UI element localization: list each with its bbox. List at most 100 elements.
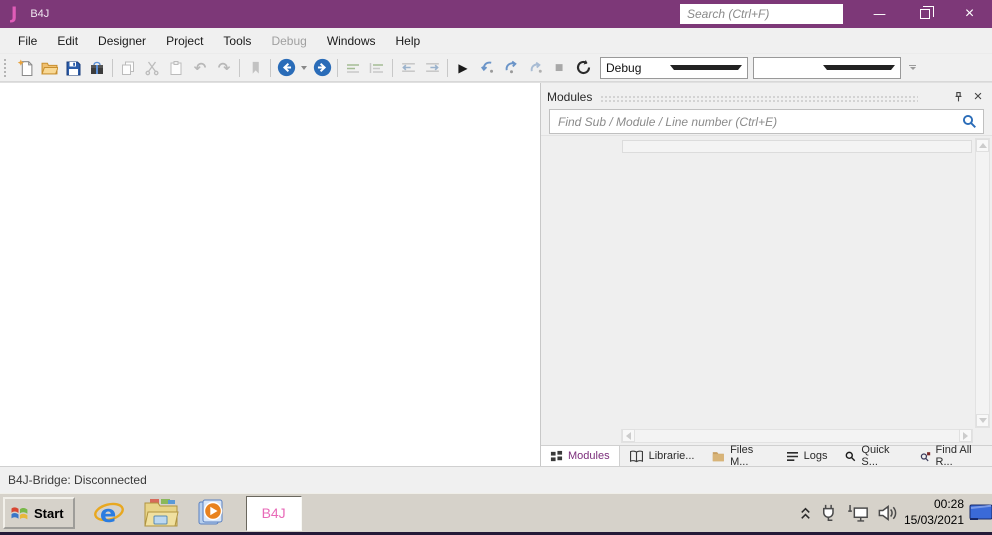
step-out-icon — [530, 61, 542, 73]
find-sub-box — [549, 109, 984, 134]
menu-help[interactable]: Help — [386, 30, 431, 52]
new-project-button[interactable] — [13, 56, 37, 80]
undo-button: ↶ — [188, 56, 212, 80]
menu-tools[interactable]: Tools — [213, 30, 261, 52]
cut-button — [140, 56, 164, 80]
panel-pin-button[interactable] — [950, 89, 966, 105]
quick-launch: e — [92, 497, 228, 529]
toolbar-overflow-button[interactable] — [909, 65, 916, 70]
open-project-button[interactable] — [37, 56, 61, 80]
export-zip-icon — [91, 61, 103, 74]
find-sub-input[interactable] — [550, 114, 962, 129]
panel-title: Modules — [547, 89, 593, 104]
book-icon — [629, 450, 643, 462]
tab-quick-search[interactable]: Quick S... — [836, 444, 910, 468]
network-icon[interactable] — [847, 503, 869, 523]
scroll-right-button[interactable] — [959, 429, 972, 442]
b4j-ide-window: J B4J — × File Edit Designer Project Too… — [0, 0, 992, 535]
bridge-status-text: B4J-Bridge: Disconnected — [8, 473, 147, 487]
code-editor-area[interactable] — [0, 83, 541, 466]
search-icon[interactable] — [962, 114, 977, 129]
app-logo-icon: J — [11, 4, 18, 24]
modules-tree-area[interactable] — [541, 135, 992, 445]
internet-explorer-icon[interactable]: e — [92, 497, 126, 529]
step-over-button[interactable] — [499, 56, 523, 80]
stop-button: ■ — [547, 56, 571, 80]
navigate-forward-button[interactable] — [310, 56, 334, 80]
copy-icon — [122, 61, 134, 75]
taskbar-clock[interactable]: 00:28 15/03/2021 — [904, 497, 964, 528]
menu-designer[interactable]: Designer — [88, 30, 156, 52]
titlebar: J B4J — × — [0, 0, 992, 28]
rebuild-button[interactable] — [571, 56, 595, 80]
toolbar: ↶ ↷ ▶ ■ Debug — [0, 54, 992, 82]
paste-icon — [170, 60, 182, 75]
window-title: B4J — [30, 8, 50, 20]
modules-icon — [550, 450, 563, 461]
toolbar-grip[interactable] — [4, 58, 10, 77]
tab-find-all-references[interactable]: Find All R... — [911, 444, 992, 468]
menu-file[interactable]: File — [8, 30, 47, 52]
start-button[interactable]: Start — [3, 497, 75, 530]
run-button[interactable]: ▶ — [451, 56, 475, 80]
paste-button — [164, 56, 188, 80]
tab-label: Find All R... — [935, 444, 972, 468]
indent-icon — [425, 62, 439, 73]
step-into-button[interactable] — [475, 56, 499, 80]
vertical-scrollbar[interactable] — [975, 138, 990, 428]
export-zip-button[interactable] — [85, 56, 109, 80]
tab-label: Modules — [568, 450, 610, 462]
bookmark-button — [243, 56, 267, 80]
redo-button: ↷ — [212, 56, 236, 80]
save-button[interactable] — [61, 56, 85, 80]
tab-label: Quick S... — [861, 444, 890, 468]
step-into-icon — [480, 61, 493, 73]
tab-modules[interactable]: Modules — [541, 446, 620, 466]
global-search-box — [680, 4, 848, 24]
menu-project[interactable]: Project — [156, 30, 213, 52]
horizontal-scrollbar[interactable] — [621, 429, 973, 443]
show-desktop-icon[interactable] — [968, 504, 992, 522]
navigate-back-button[interactable] — [274, 56, 298, 80]
windows-taskbar: Start e B4J 00:28 15/03/2021 — [0, 493, 992, 535]
modules-panel: Modules × Find Sub / Module / Line numbe… — [541, 83, 992, 468]
debug-mode-combo[interactable]: Debug — [600, 56, 748, 79]
power-plug-icon[interactable] — [819, 503, 839, 523]
menu-debug: Debug — [271, 33, 307, 48]
back-history-dropdown[interactable] — [298, 56, 310, 80]
menu-windows[interactable]: Windows — [317, 30, 386, 52]
outdent-button — [396, 56, 420, 80]
step-out-button[interactable] — [523, 56, 547, 80]
media-player-icon[interactable] — [196, 497, 228, 529]
comment-icon — [347, 63, 359, 73]
find-all-icon — [920, 451, 930, 461]
global-search-input[interactable] — [681, 7, 848, 21]
restart-icon — [576, 59, 590, 75]
panel-close-button[interactable]: × — [970, 88, 986, 105]
show-hidden-icons-chevron[interactable] — [800, 506, 811, 521]
file-explorer-icon[interactable] — [143, 498, 179, 528]
close-button[interactable]: × — [947, 0, 992, 28]
minimize-button[interactable]: — — [857, 0, 902, 28]
restore-button[interactable] — [902, 0, 947, 28]
scroll-left-button[interactable] — [622, 429, 635, 442]
build-config-combo[interactable] — [753, 56, 901, 79]
speaker-icon[interactable] — [877, 503, 898, 523]
taskbar-app-b4j[interactable]: B4J — [245, 495, 302, 531]
new-file-icon — [17, 59, 32, 76]
windows-logo-icon — [11, 507, 28, 520]
panel-drag-texture — [600, 94, 918, 102]
tab-logs[interactable]: Logs — [777, 446, 837, 466]
panel-menu-button[interactable] — [930, 89, 946, 105]
outdent-icon — [401, 62, 415, 73]
scroll-up-button[interactable] — [976, 139, 989, 152]
debug-mode-value: Debug — [606, 60, 642, 75]
start-label: Start — [34, 505, 64, 521]
pin-icon — [955, 91, 961, 101]
menubar: File Edit Designer Project Tools Debug W… — [0, 28, 992, 54]
tab-libraries[interactable]: Librarie... — [620, 446, 704, 466]
tab-files-manager[interactable]: Files M... — [703, 444, 776, 468]
chevron-down-icon — [301, 65, 307, 70]
scroll-down-button[interactable] — [976, 414, 989, 427]
menu-edit[interactable]: Edit — [47, 30, 88, 52]
